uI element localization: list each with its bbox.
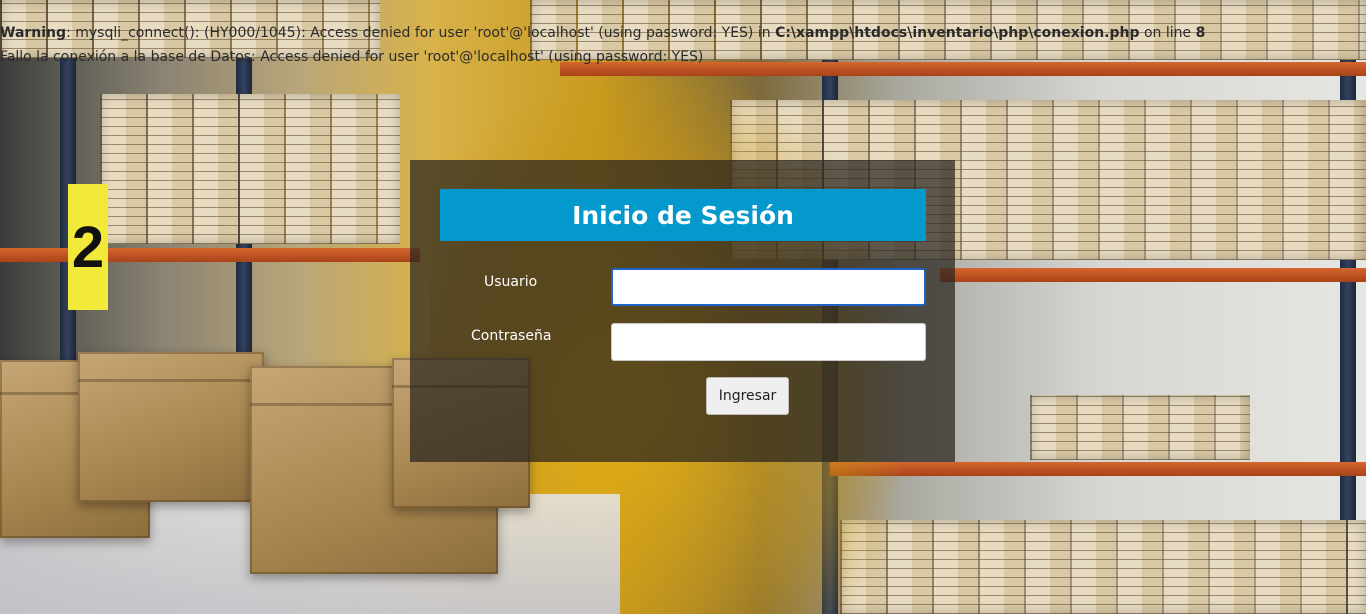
login-panel: Inicio de Sesión Usuario Contraseña Ingr… <box>410 160 955 462</box>
warning-message: : mysqli_connect(): (HY000/1045): Access… <box>66 25 776 41</box>
warning-path: C:\xampp\htdocs\inventario\php\conexion.… <box>775 25 1140 41</box>
php-warning: Warning: mysqli_connect(): (HY000/1045):… <box>0 24 1205 42</box>
login-title: Inicio de Sesión <box>440 189 926 241</box>
password-input[interactable] <box>611 323 926 361</box>
username-input[interactable] <box>611 268 926 306</box>
stock-boxes <box>100 94 400 244</box>
db-error-message: Fallo la conexión a la base de Datos: Ac… <box>0 49 704 65</box>
shelf-beam <box>0 248 420 262</box>
stock-boxes <box>1030 395 1250 460</box>
warning-label: Warning <box>0 25 67 41</box>
username-label: Usuario <box>484 274 538 290</box>
warning-line-number: 8 <box>1195 25 1206 41</box>
aisle-sign: 2 <box>68 184 108 310</box>
shelf-beam <box>830 462 1366 476</box>
password-label: Contraseña <box>471 328 552 344</box>
warning-line-prefix: on line <box>1139 25 1196 41</box>
shelf-beam <box>940 268 1366 282</box>
stock-boxes <box>840 520 1366 614</box>
cardboard-box <box>78 352 264 502</box>
submit-button[interactable]: Ingresar <box>706 377 789 415</box>
